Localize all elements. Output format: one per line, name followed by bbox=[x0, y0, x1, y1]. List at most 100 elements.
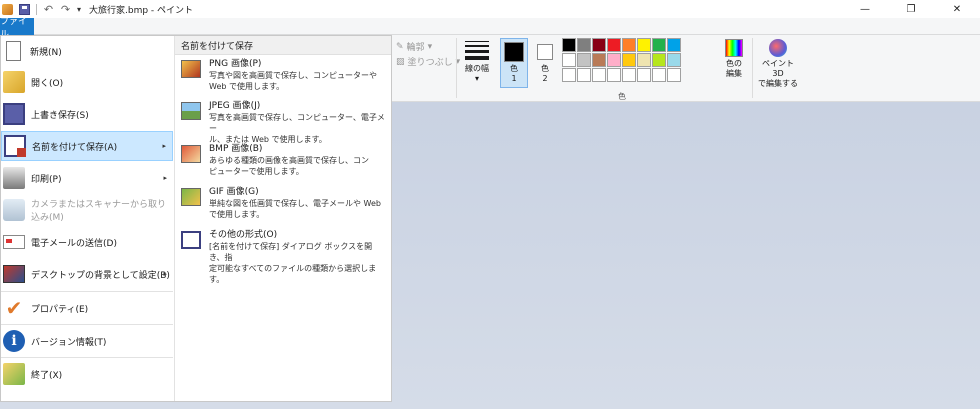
palette-swatch[interactable] bbox=[622, 53, 636, 67]
color2-button[interactable]: 色 2 bbox=[532, 38, 558, 88]
option-description: 写真や図を高画質で保存し、コンピューターや bbox=[209, 71, 377, 80]
palette-swatch[interactable] bbox=[592, 68, 606, 82]
option-description: [名前を付けて保存] ダイアログ ボックスを開き、指 bbox=[209, 242, 373, 262]
save-as-icon bbox=[4, 135, 26, 157]
line-width-button[interactable]: 線の幅 ▾ bbox=[460, 39, 494, 84]
submenu-arrow-icon: ▸ bbox=[163, 270, 167, 278]
menu-item-about[interactable]: i バージョン情報(T) bbox=[1, 326, 173, 356]
palette-swatch[interactable] bbox=[637, 38, 651, 52]
palette-swatch[interactable] bbox=[562, 68, 576, 82]
palette-swatch[interactable] bbox=[577, 38, 591, 52]
ribbon-divider bbox=[456, 38, 457, 98]
save-as-png[interactable]: PNG 画像(P) 写真や図を高画質で保存し、コンピューターや Web で使用し… bbox=[175, 58, 391, 92]
edit-colors-icon bbox=[725, 39, 743, 57]
palette-swatch[interactable] bbox=[562, 53, 576, 67]
bmp-image-icon bbox=[181, 145, 201, 163]
tab-file[interactable]: ファイル bbox=[0, 17, 34, 40]
menu-item-save[interactable]: 上書き保存(S) bbox=[1, 99, 173, 129]
palette-swatch[interactable] bbox=[667, 68, 681, 82]
ribbon-tab-strip: ファイル bbox=[0, 17, 980, 40]
palette-swatch[interactable] bbox=[667, 38, 681, 52]
open-folder-icon bbox=[3, 71, 25, 93]
scanner-icon bbox=[3, 199, 25, 221]
palette-swatch[interactable] bbox=[607, 68, 621, 82]
paint3d-label-1: ペイント 3D bbox=[762, 59, 794, 78]
redo-icon[interactable]: ↷ bbox=[60, 4, 71, 15]
palette-swatch[interactable] bbox=[577, 53, 591, 67]
palette-swatch[interactable] bbox=[622, 38, 636, 52]
menu-item-print[interactable]: 印刷(P) ▸ bbox=[1, 163, 173, 193]
palette-swatch[interactable] bbox=[607, 53, 621, 67]
menu-item-save-as[interactable]: 名前を付けて保存(A) ▸ bbox=[1, 131, 173, 161]
save-as-gif[interactable]: GIF 画像(G) 単純な図を低画質で保存し、電子メールや Web で使用します… bbox=[175, 186, 391, 220]
menu-item-properties[interactable]: ✔ プロパティ(E) bbox=[1, 293, 173, 323]
menu-item-open[interactable]: 開く(O) bbox=[1, 67, 173, 97]
palette-swatch[interactable] bbox=[562, 38, 576, 52]
menu-item-new[interactable]: 新規(N) bbox=[1, 36, 173, 66]
option-description: 写真を高画質で保存し、コンピューター、電子メー bbox=[209, 113, 385, 133]
menu-divider bbox=[1, 357, 173, 358]
line-width-dropdown: ▾ bbox=[474, 74, 479, 83]
color-palette bbox=[562, 38, 681, 82]
palette-swatch[interactable] bbox=[607, 38, 621, 52]
option-description: あらゆる種類の画像を高画質で保存し、コン bbox=[209, 156, 369, 165]
palette-swatch[interactable] bbox=[652, 38, 666, 52]
palette-swatch[interactable] bbox=[652, 53, 666, 67]
save-as-other-formats[interactable]: その他の形式(O) [名前を付けて保存] ダイアログ ボックスを開き、指 定可能… bbox=[175, 229, 391, 285]
submenu-header: 名前を付けて保存 bbox=[175, 36, 391, 55]
menu-item-set-desktop[interactable]: デスクトップの背景として設定(B) ▸ bbox=[1, 259, 173, 289]
save-disk-icon bbox=[3, 103, 25, 125]
other-formats-icon bbox=[181, 231, 201, 249]
info-icon: i bbox=[3, 330, 25, 352]
gif-image-icon bbox=[181, 188, 201, 206]
minimize-button[interactable]: — bbox=[842, 0, 888, 18]
menu-item-label: 開く(O) bbox=[31, 78, 64, 89]
qat-divider bbox=[36, 3, 37, 15]
option-title: BMP 画像(B) bbox=[209, 144, 263, 154]
ribbon-divider bbox=[752, 38, 753, 98]
color1-label: 色 bbox=[510, 64, 518, 73]
color1-button[interactable]: 色 1 bbox=[500, 38, 528, 88]
line-width-label: 線の幅 bbox=[465, 64, 489, 73]
option-description: 単純な図を低画質で保存し、電子メールや Web bbox=[209, 199, 381, 208]
save-as-bmp[interactable]: BMP 画像(B) あらゆる種類の画像を高画質で保存し、コン ピューターで使用し… bbox=[175, 143, 391, 177]
menu-item-label: 電子メールの送信(D) bbox=[31, 238, 117, 249]
menu-item-scan: カメラまたはスキャナーから取り込み(M) bbox=[1, 195, 173, 225]
restore-button[interactable]: ❐ bbox=[888, 0, 934, 18]
printer-icon bbox=[3, 167, 25, 189]
menu-item-label: 終了(X) bbox=[31, 370, 63, 381]
menu-item-email[interactable]: 電子メールの送信(D) bbox=[1, 227, 173, 257]
palette-swatch[interactable] bbox=[592, 38, 606, 52]
color2-swatch bbox=[537, 44, 553, 60]
menu-divider bbox=[1, 291, 173, 292]
palette-swatch[interactable] bbox=[577, 68, 591, 82]
palette-swatch[interactable] bbox=[622, 68, 636, 82]
checkmark-icon: ✔ bbox=[5, 296, 23, 320]
outline-button[interactable]: ✎ 輪郭 ▾ bbox=[396, 39, 460, 54]
file-menu: 新規(N) 開く(O) 上書き保存(S) 名前を付けて保存(A) ▸ 印刷(P)… bbox=[0, 35, 392, 402]
palette-swatch[interactable] bbox=[667, 53, 681, 67]
color1-number: 1 bbox=[511, 74, 517, 83]
palette-swatch[interactable] bbox=[637, 53, 651, 67]
edit-with-paint3d-button[interactable]: ペイント 3D で編集する bbox=[756, 39, 800, 89]
palette-swatch[interactable] bbox=[592, 53, 606, 67]
png-image-icon bbox=[181, 60, 201, 78]
menu-item-exit[interactable]: 終了(X) bbox=[1, 359, 173, 389]
fill-button[interactable]: ▨ 塗りつぶし ▾ bbox=[396, 54, 460, 69]
undo-icon[interactable]: ↶ bbox=[43, 4, 54, 15]
close-button[interactable]: ✕ bbox=[934, 0, 980, 18]
save-as-submenu: 名前を付けて保存 PNG 画像(P) 写真や図を高画質で保存し、コンピューターや… bbox=[174, 36, 391, 401]
save-as-jpeg[interactable]: JPEG 画像(J) 写真を高画質で保存し、コンピューター、電子メー ル、または… bbox=[175, 100, 391, 145]
menu-item-label: バージョン情報(T) bbox=[31, 337, 107, 348]
canvas-workspace[interactable] bbox=[392, 102, 980, 409]
palette-swatch[interactable] bbox=[652, 68, 666, 82]
fill-label: 塗りつぶし bbox=[407, 58, 453, 68]
edit-colors-button[interactable]: 色の 編集 bbox=[722, 39, 746, 79]
option-description: ピューターで使用します。 bbox=[209, 167, 304, 176]
palette-swatch[interactable] bbox=[637, 68, 651, 82]
submenu-arrow-icon: ▸ bbox=[163, 174, 167, 182]
new-file-icon bbox=[6, 41, 21, 61]
customize-qat-icon[interactable]: ▾ bbox=[77, 5, 81, 14]
menu-item-label: カメラまたはスキャナーから取り込み(M) bbox=[31, 200, 167, 223]
desktop-background-icon bbox=[3, 265, 25, 283]
